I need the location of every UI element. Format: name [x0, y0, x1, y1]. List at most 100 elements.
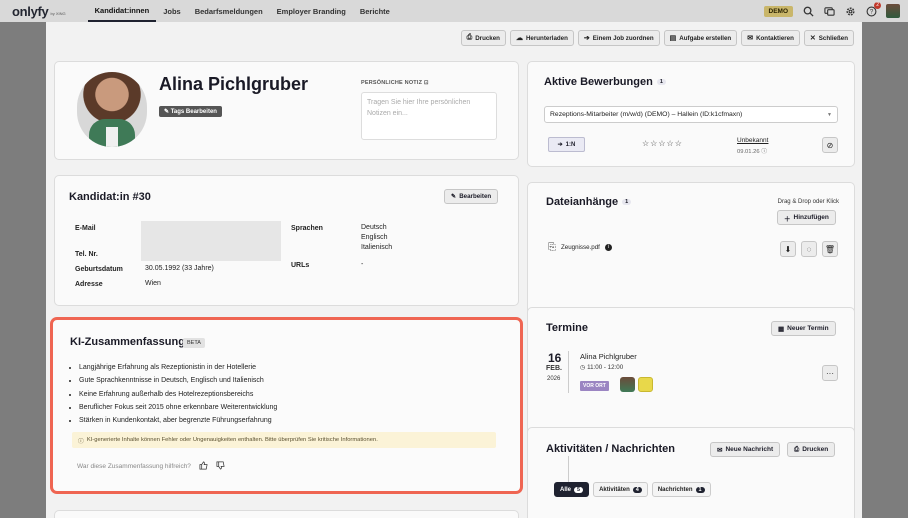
active-applications-card: Aktive Bewerbungen 1 Rezeptions-Mitarbeit…: [527, 61, 855, 167]
tab-count: 5: [574, 486, 584, 493]
personal-note-input[interactable]: Tragen Sie hier Ihre persönlichen Notize…: [361, 92, 497, 140]
job-select[interactable]: Rezeptions-Mitarbeiter (m/w/d) (DEMO) – …: [544, 106, 838, 123]
attachments-title: Dateianhänge 1: [546, 196, 632, 208]
nav-jobs[interactable]: Jobs: [156, 0, 188, 22]
rating-stars[interactable]: ☆☆☆☆☆: [642, 139, 683, 148]
urls-label: URLs: [291, 262, 310, 269]
arrow-right-icon: ➔: [557, 142, 563, 148]
feedback-question: War diese Zusammenfassung hilfreich?: [77, 463, 191, 470]
edit-tags-button[interactable]: ✎ Tags Bearbeiten: [159, 106, 222, 117]
logo[interactable]: onlyfy: [12, 4, 49, 19]
list-item: Keine Erfahrung außerhalb des Hotelrezep…: [79, 388, 277, 401]
disqualify-button[interactable]: ⊘: [822, 137, 838, 153]
download-icon: ⬇: [784, 244, 792, 254]
envelope-icon: ✉: [717, 446, 723, 454]
participant-avatar: [638, 377, 653, 392]
candidate-title: Kandidat:in #30: [69, 191, 151, 203]
top-navigation: onlyfy by XING Kandidat:innen Jobs Bedar…: [0, 0, 908, 22]
close-button[interactable]: ✕ Schließen: [803, 30, 854, 46]
chat-icon[interactable]: [823, 5, 835, 17]
search-icon[interactable]: [802, 5, 814, 17]
application-status-link[interactable]: Unbekannt: [737, 137, 768, 144]
printer-icon: ⎙: [794, 445, 800, 453]
feedback-row: War diese Zusammenfassung hilfreich?: [77, 461, 225, 472]
help-icon[interactable]: ? 2: [865, 2, 881, 17]
appointment-more-button[interactable]: ···: [822, 365, 838, 381]
appointment-time: ◷ 11:00 - 12:00: [580, 364, 624, 371]
info-icon: ⓘ: [78, 438, 84, 445]
applications-title: Aktive Bewerbungen 1: [544, 76, 666, 88]
thumbs-up-icon[interactable]: [199, 461, 208, 472]
address-value: Wien: [145, 280, 161, 287]
candidate-details-card: Kandidat:in #30 ✎ Bearbeiten E-Mail Tel. …: [54, 175, 519, 306]
modal-toolbar: ⎙ Drucken ☁ Herunterladen ➔ Einem Job zuord…: [460, 30, 854, 46]
tab-count: 1: [695, 486, 705, 493]
download-button[interactable]: ☁ Herunterladen: [509, 30, 574, 46]
cloud-download-icon: ☁: [515, 35, 523, 42]
thumbs-down-icon[interactable]: [216, 461, 225, 472]
list-item: Gute Sprachkenntnisse in Deutsch, Englis…: [79, 374, 277, 387]
attachments-count: 1: [622, 199, 632, 206]
address-label: Adresse: [75, 281, 103, 288]
delete-file-button[interactable]: 🗑: [822, 241, 838, 257]
edit-candidate-button[interactable]: ✎ Bearbeiten: [444, 189, 499, 204]
note-label: PERSÖNLICHE NOTIZ ⊡: [361, 80, 429, 86]
assign-job-button[interactable]: ➔ Einem Job zuordnen: [577, 30, 660, 46]
tab-activities[interactable]: Aktivitäten 4: [593, 482, 648, 497]
user-avatar[interactable]: [886, 4, 900, 18]
lock-icon: ⊡: [423, 80, 429, 86]
urls-value: -: [361, 261, 364, 268]
gear-icon[interactable]: [844, 5, 856, 17]
block-icon: ⊘: [826, 140, 834, 150]
applications-count: 1: [656, 79, 666, 86]
nav-employer-branding[interactable]: Employer Branding: [270, 0, 353, 22]
list-item: Langjährige Erfahrung als Rezeptionistin…: [79, 361, 277, 374]
left-bottom-card: [54, 510, 519, 518]
ai-warning: ⓘ KI-generierte Inhalte können Fehler ode…: [72, 432, 496, 448]
help-notification-badge: 2: [874, 2, 881, 9]
birthdate-label: Geburtsdatum: [75, 266, 123, 273]
list-item: Beruflicher Fokus seit 2015 ohne erkennb…: [79, 401, 277, 414]
clipboard-icon: ▤: [669, 35, 677, 42]
add-attachment-button[interactable]: ＋ Hinzufügen: [777, 210, 836, 225]
attachment-item[interactable]: ⎘ Zeugnisse.pdf i: [548, 242, 612, 253]
beta-badge: BETA: [183, 338, 205, 348]
appointment-name: Alina Pichlgruber: [580, 352, 637, 361]
demo-badge: DEMO: [763, 5, 793, 17]
appointments-card: Termine ▦ Neuer Termin 16 FEB. 2026 Alina…: [527, 307, 855, 436]
language-2: Englisch: [361, 234, 388, 241]
nav-candidates[interactable]: Kandidat:innen: [87, 0, 157, 22]
envelope-icon: ✉: [747, 35, 754, 42]
activities-card: Aktivitäten / Nachrichten ✉ Neue Nachrich…: [527, 427, 855, 518]
ai-summary-list: Langjährige Erfahrung als Rezeptionistin…: [79, 361, 277, 427]
nav-reports[interactable]: Berichte: [353, 0, 397, 22]
more-icon: ···: [826, 368, 834, 378]
ai-summary-title: KI-Zusammenfassung: [70, 336, 185, 348]
appointment-month: FEB.: [546, 365, 562, 372]
print-button[interactable]: ⎙ Drucken: [460, 30, 506, 46]
plus-icon: ＋: [784, 215, 791, 223]
activity-tabs: Alle 5 Aktivitäten 4 Nachrichten 1: [554, 482, 711, 497]
print-activities-button[interactable]: ⎙ Drucken: [787, 442, 836, 457]
contact-button[interactable]: ✉ Kontaktieren: [741, 30, 800, 46]
download-file-button[interactable]: ⬇: [780, 241, 796, 257]
tab-all[interactable]: Alle 5: [554, 482, 590, 497]
new-appointment-button[interactable]: ▦ Neuer Termin: [771, 321, 836, 336]
nav-requisitions[interactable]: Bedarfsmeldungen: [188, 0, 270, 22]
create-task-button[interactable]: ▤ Aufgabe erstellen: [663, 30, 738, 46]
attachments-card: Dateianhänge 1 Drag & Drop oder Klick ＋ Hi…: [527, 182, 855, 315]
close-icon: ✕: [809, 35, 816, 42]
appointment-day: 16: [548, 351, 562, 365]
candidate-name: Alina Pichlgruber: [159, 74, 309, 94]
info-icon: ⓘ: [761, 149, 768, 155]
language-3: Italienisch: [361, 244, 393, 251]
tab-messages[interactable]: Nachrichten 1: [651, 482, 711, 497]
new-message-button[interactable]: ✉ Neue Nachricht: [710, 442, 781, 457]
edit-icon: ✎: [164, 109, 171, 115]
email-label: E-Mail: [75, 225, 96, 232]
eye-slash-icon: ◌: [806, 244, 812, 254]
activities-title: Aktivitäten / Nachrichten: [546, 443, 675, 455]
ai-summary-card: KI-Zusammenfassung BETA Langjährige Erfa…: [50, 317, 523, 494]
hide-file-button[interactable]: ◌: [801, 241, 817, 257]
stage-button[interactable]: ➔ 1:N: [548, 137, 585, 152]
